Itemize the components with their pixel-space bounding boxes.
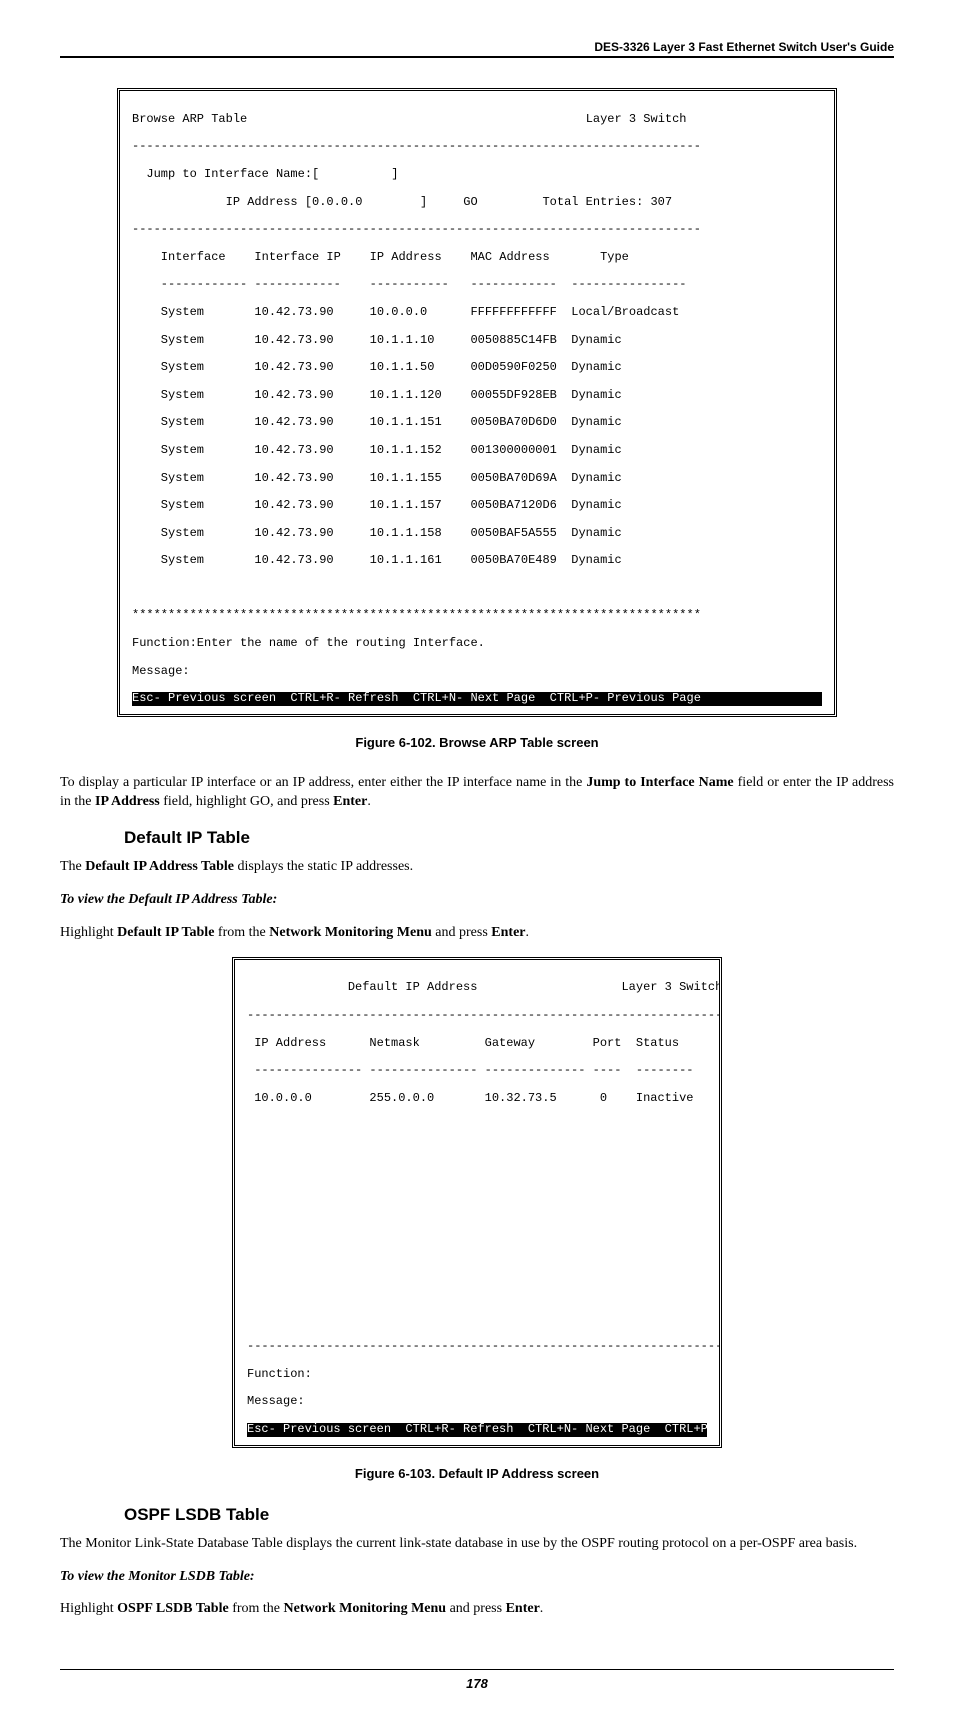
paragraph-highlight-ospf: Highlight OSPF LSDB Table from the Netwo…	[60, 1600, 894, 1619]
paragraph-ospf-desc: The Monitor Link-State Database Table di…	[60, 1535, 894, 1554]
header-guide-title: DES-3326 Layer 3 Fast Ethernet Switch Us…	[60, 40, 894, 54]
figure-caption-arp: Figure 6-102. Browse ARP Table screen	[60, 735, 894, 750]
arp-message-line: Message:	[132, 665, 822, 679]
enter-key: Enter	[491, 925, 525, 940]
ip-address-field-name: IP Address	[95, 794, 160, 809]
enter-key: Enter	[506, 1601, 540, 1616]
heading-ospf-lsdb: OSPF LSDB Table	[124, 1505, 894, 1525]
arp-row: System 10.42.73.90 10.1.1.152 0013000000…	[132, 444, 822, 458]
figure-caption-default-ip: Figure 6-103. Default IP Address screen	[60, 1466, 894, 1481]
jump-field-name: Jump to Interface Name	[586, 775, 733, 790]
arp-row: System 10.42.73.90 10.1.1.161 0050BA70E4…	[132, 554, 822, 568]
heading-view-lsdb: To view the Monitor LSDB Table:	[60, 1568, 894, 1587]
header-rule: DES-3326 Layer 3 Fast Ethernet Switch Us…	[60, 40, 894, 58]
default-ip-menu-item: Default IP Table	[117, 925, 214, 940]
arp-column-dash: ------------ ------------ ----------- --…	[132, 278, 822, 292]
heading-default-ip-table: Default IP Table	[124, 828, 894, 848]
defip-title-left: Default IP Address	[247, 980, 477, 994]
document-page: DES-3326 Layer 3 Fast Ethernet Switch Us…	[0, 0, 954, 1711]
arp-star-line: ****************************************…	[132, 609, 822, 623]
defip-columns: IP Address Netmask Gateway Port Status	[247, 1037, 707, 1051]
network-monitoring-menu: Network Monitoring Menu	[269, 925, 432, 940]
default-ip-terminal: Default IP Address Layer 3 Switch ------…	[232, 957, 722, 1448]
defip-message: Message:	[247, 1395, 707, 1409]
defip-column-dash: --------------- --------------- --------…	[247, 1064, 707, 1078]
defip-dash1: ----------------------------------------…	[247, 1009, 707, 1023]
arp-jump-label: Jump to Interface Name:[ ]	[132, 167, 398, 181]
arp-row: System 10.42.73.90 10.1.1.10 0050885C14F…	[132, 334, 822, 348]
defip-row: 10.0.0.0 255.0.0.0 10.32.73.5 0 Inactive	[247, 1092, 707, 1106]
arp-ip-line: IP Address [0.0.0.0 ] GO Total Entries: …	[132, 196, 822, 210]
arp-row: System 10.42.73.90 10.1.1.50 00D0590F025…	[132, 361, 822, 375]
arp-dash2: ----------------------------------------…	[132, 223, 822, 237]
arp-table-terminal: Browse ARP Table Layer 3 Switch --------…	[117, 88, 837, 717]
arp-row: System 10.42.73.90 10.0.0.0 FFFFFFFFFFFF…	[132, 306, 822, 320]
arp-row: System 10.42.73.90 10.1.1.158 0050BAF5A5…	[132, 527, 822, 541]
paragraph-jump-instructions: To display a particular IP interface or …	[60, 774, 894, 812]
arp-column-headers: Interface Interface IP IP Address MAC Ad…	[132, 251, 822, 265]
ospf-menu-item: OSPF LSDB Table	[117, 1601, 229, 1616]
arp-footer-keys: Esc- Previous screen CTRL+R- Refresh CTR…	[132, 692, 822, 706]
arp-function-line: Function:Enter the name of the routing I…	[132, 637, 822, 651]
arp-title-right: Layer 3 Switch	[586, 112, 687, 126]
defip-star: ----------------------------------------…	[247, 1340, 707, 1354]
arp-row: System 10.42.73.90 10.1.1.157 0050BA7120…	[132, 499, 822, 513]
defip-title-right: Layer 3 Switch	[621, 980, 722, 994]
heading-view-default-ip: To view the Default IP Address Table:	[60, 891, 894, 910]
default-ip-table-name: Default IP Address Table	[85, 859, 234, 874]
defip-function: Function:	[247, 1368, 707, 1382]
arp-row: System 10.42.73.90 10.1.1.155 0050BA70D6…	[132, 472, 822, 486]
paragraph-default-ip-desc: The Default IP Address Table displays th…	[60, 858, 894, 877]
arp-dash1: ----------------------------------------…	[132, 140, 822, 154]
defip-footer-keys: Esc- Previous screen CTRL+R- Refresh CTR…	[247, 1423, 707, 1437]
network-monitoring-menu: Network Monitoring Menu	[284, 1601, 447, 1616]
enter-key: Enter	[333, 794, 367, 809]
paragraph-highlight-default: Highlight Default IP Table from the Netw…	[60, 924, 894, 943]
arp-row: System 10.42.73.90 10.1.1.151 0050BA70D6…	[132, 416, 822, 430]
page-number: 178	[60, 1669, 894, 1691]
arp-row: System 10.42.73.90 10.1.1.120 00055DF928…	[132, 389, 822, 403]
arp-title-left: Browse ARP Table	[132, 112, 247, 126]
